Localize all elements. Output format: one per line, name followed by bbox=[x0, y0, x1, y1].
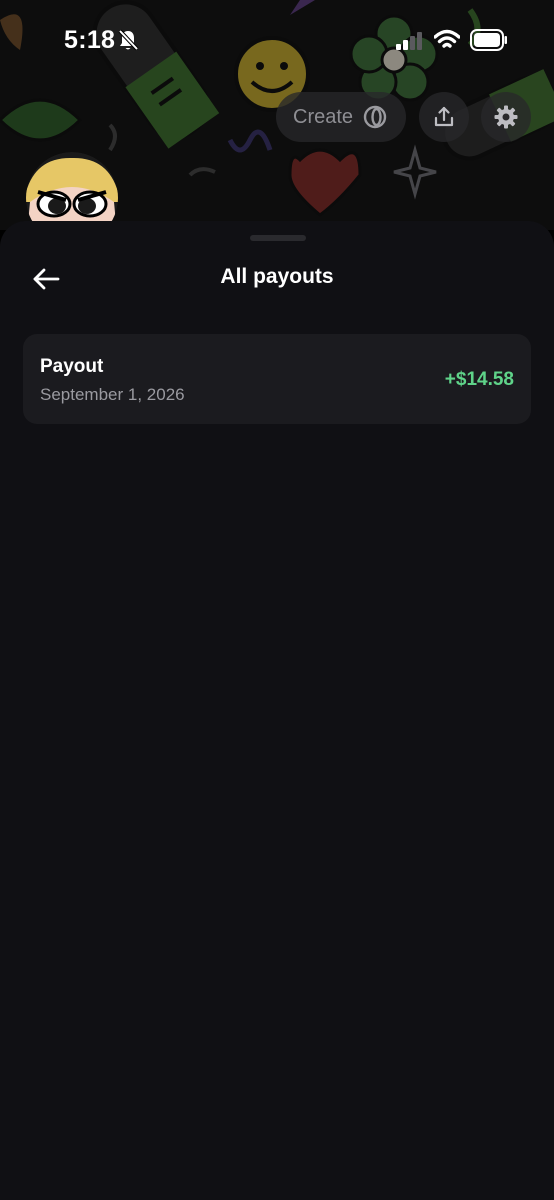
payout-date: September 1, 2026 bbox=[40, 385, 185, 404]
payout-title: Payout bbox=[40, 356, 104, 377]
payout-amount: +$14.58 bbox=[444, 369, 514, 390]
payout-list-item[interactable]: Payout September 1, 2026 +$14.58 bbox=[23, 334, 531, 424]
bell-slash-icon bbox=[118, 29, 139, 51]
battery-icon bbox=[470, 29, 507, 51]
gear-icon bbox=[494, 105, 518, 129]
create-label: Create bbox=[293, 105, 354, 128]
page-title: All payouts bbox=[220, 265, 334, 288]
cellular-signal-icon bbox=[396, 32, 422, 50]
coin-icon bbox=[363, 105, 387, 129]
wifi-icon bbox=[434, 29, 460, 48]
settings-button[interactable] bbox=[481, 92, 531, 142]
status-time: 5:18 bbox=[64, 26, 116, 54]
payouts-sheet: All payouts Payout September 1, 2026 +$1… bbox=[0, 221, 554, 1200]
share-icon bbox=[434, 106, 454, 127]
sheet-grabber[interactable] bbox=[250, 235, 306, 241]
status-bar: 5:18 bbox=[0, 0, 554, 86]
create-button[interactable]: Create bbox=[276, 92, 406, 142]
share-button[interactable] bbox=[419, 92, 469, 142]
